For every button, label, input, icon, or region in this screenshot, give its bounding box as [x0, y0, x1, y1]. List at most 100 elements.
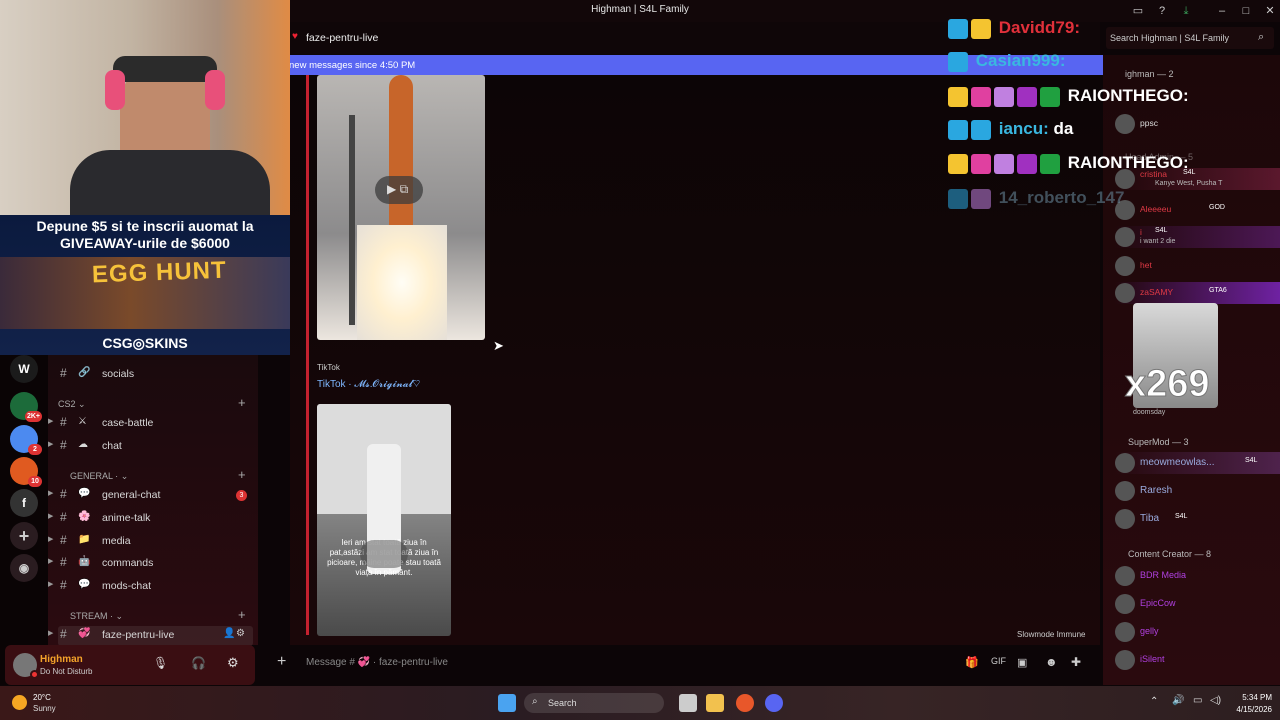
discover-icon[interactable]: ◉	[10, 554, 38, 582]
embed-author-link[interactable]: TikTok · 𝓜𝓼.𝓞𝓻𝓲𝓰𝓲𝓷𝓪𝓵♡	[317, 379, 420, 390]
channel-mods-chat[interactable]: ▶ # 💬 mods-chat	[48, 577, 253, 597]
weather-temp[interactable]: 20°C	[33, 693, 51, 702]
channel-chat[interactable]: ▶ # ☁ chat	[48, 437, 253, 457]
channel-media[interactable]: ▶ # 📁 media	[48, 532, 253, 552]
message-composer[interactable]: + Message # 💞 · faze-pentru-live 🎁 GIF ▣…	[265, 648, 1100, 678]
task-view-icon[interactable]	[679, 694, 697, 712]
server-2[interactable]: 2K+	[10, 392, 42, 422]
microphone-icon[interactable]: 🎙	[153, 656, 168, 670]
badge-icon	[948, 18, 968, 39]
member-isilent[interactable]: iSilent	[1115, 649, 1280, 671]
member-epiccow[interactable]: EpicCow	[1115, 593, 1280, 615]
gif-icon[interactable]: GIF	[991, 656, 1006, 666]
kick-icon	[1040, 153, 1060, 174]
user-settings-icon[interactable]: ⚙	[227, 655, 239, 671]
badge-icon	[971, 119, 991, 140]
member-raresh[interactable]: Raresh	[1115, 480, 1280, 502]
maximize-button[interactable]: □	[1238, 3, 1254, 19]
channel-faze-pentru-live[interactable]: ▶ # 💞 faze-pentru-live 👤 ⚙	[48, 626, 253, 646]
channel-general-chat[interactable]: ▶ # 💬 general-chat 3	[48, 486, 253, 506]
badge-icon	[948, 188, 968, 209]
mouse-cursor: ➤	[493, 338, 504, 353]
badge-icon	[948, 51, 968, 72]
member-i[interactable]: i S4L i want 2 die	[1115, 226, 1280, 248]
tag-badge: GTA6	[1209, 287, 1227, 294]
dnd-status-icon	[30, 670, 39, 679]
inbox-icon[interactable]: ▭	[1130, 3, 1146, 19]
taskbar-search[interactable]: ⌕ Search	[524, 693, 664, 713]
category-stream[interactable]: STREAM · ⌄	[70, 611, 123, 622]
member-bdr-media[interactable]: BDR Media	[1115, 565, 1280, 587]
launch-tower	[349, 115, 355, 325]
category-general[interactable]: GENERAL · ⌄	[70, 471, 128, 482]
channel-case-battle[interactable]: ▶ # ⚔ case-battle	[48, 414, 253, 434]
sticker-icon[interactable]: ▣	[1017, 656, 1027, 669]
message-input[interactable]: Message # 💞 · faze-pentru-live	[306, 657, 448, 668]
member-gelly[interactable]: gelly	[1115, 621, 1280, 643]
member-het[interactable]: het	[1115, 255, 1280, 277]
headphones-right	[205, 70, 225, 110]
avatar	[1115, 509, 1135, 529]
tag-badge: S4L	[1155, 227, 1168, 234]
emoji-icon[interactable]: ☻	[1045, 655, 1058, 669]
avatar	[1115, 453, 1135, 473]
chevron-up-icon[interactable]: ⌃	[1150, 696, 1158, 707]
play-icon-2[interactable]	[360, 540, 408, 568]
clock-time[interactable]: 5:34 PM	[1232, 693, 1272, 702]
avatar	[1115, 650, 1135, 670]
download-icon[interactable]: ⤓	[1178, 3, 1194, 19]
channel-commands[interactable]: ▶ # 🤖 commands	[48, 554, 253, 574]
add-channel-cs2-icon[interactable]: +	[238, 395, 246, 410]
avatar	[1115, 283, 1135, 303]
channel-anime-talk[interactable]: ▶ # 🌸 anime-talk	[48, 509, 253, 529]
badge-icon	[1017, 153, 1037, 174]
discord-icon[interactable]	[765, 694, 783, 712]
member-meowmeowlas[interactable]: meowmeowlas... S4L	[1115, 452, 1280, 474]
embed-accent-bar	[306, 75, 309, 635]
overlay-line: 14_roberto_147	[948, 188, 1278, 216]
server-4[interactable]: 10	[10, 457, 42, 487]
clock-date[interactable]: 4/15/2026	[1226, 705, 1272, 714]
avatar	[1115, 566, 1135, 586]
badge-icon	[1017, 86, 1037, 107]
add-channel-general-icon[interactable]: +	[238, 467, 246, 482]
start-icon[interactable]	[498, 694, 516, 712]
headphones-icon[interactable]: 🎧	[191, 656, 206, 670]
file-explorer-icon[interactable]	[706, 694, 724, 712]
network-icon[interactable]: ▭	[1193, 695, 1202, 706]
category-cs2[interactable]: CS2 ⌄	[58, 399, 86, 410]
invite-icon[interactable]: 👤	[223, 628, 235, 639]
settings-gear-icon[interactable]: ⚙	[236, 628, 245, 639]
gift-icon	[994, 86, 1014, 107]
member-tiba[interactable]: Tiba S4L	[1115, 508, 1280, 530]
gift-icon[interactable]: 🎁	[965, 656, 979, 669]
channel-name: faze-pentru-live	[306, 32, 379, 44]
add-server-icon[interactable]: +	[10, 522, 38, 550]
speaker-icon[interactable]: ◁)	[1210, 695, 1221, 706]
tag-badge: S4L	[1245, 457, 1258, 464]
webcam-overlay: Depune $5 si te inscrii auomat la GIVEAW…	[0, 0, 290, 355]
channel-heart-icon: ♥	[292, 31, 298, 42]
minimize-button[interactable]: –	[1214, 3, 1230, 19]
tiktok-video-embed[interactable]: Ieri am stat toată ziua în pat,astăzi am…	[317, 404, 451, 636]
avatar	[1115, 622, 1135, 642]
help-icon[interactable]: ?	[1154, 3, 1170, 19]
rocket-video-embed[interactable]: ▶ ⧉	[317, 75, 485, 340]
apps-icon[interactable]: ✚	[1071, 655, 1081, 669]
weather-desc: Sunny	[33, 704, 56, 713]
plus-icon[interactable]: +	[277, 653, 286, 671]
brave-icon[interactable]	[736, 694, 754, 712]
channel-socials[interactable]: # 🔗 socials	[58, 365, 253, 385]
unread-badge: 3	[236, 490, 247, 501]
member-doomsday[interactable]: doomsday	[1133, 409, 1165, 416]
server-f[interactable]: f	[10, 489, 38, 517]
server-w[interactable]: W	[10, 355, 38, 383]
close-button[interactable]: ✕	[1262, 3, 1278, 19]
member-zasamy[interactable]: zaSAMY GTA6	[1115, 282, 1280, 304]
play-icon[interactable]: ▶ ⧉	[375, 176, 423, 204]
add-channel-stream-icon[interactable]: +	[238, 607, 246, 622]
section-supermod: SuperMod — 3	[1128, 437, 1189, 447]
volume-icon[interactable]: 🔊	[1172, 695, 1184, 706]
server-3[interactable]: 2	[10, 425, 42, 455]
crown-icon	[948, 153, 968, 174]
